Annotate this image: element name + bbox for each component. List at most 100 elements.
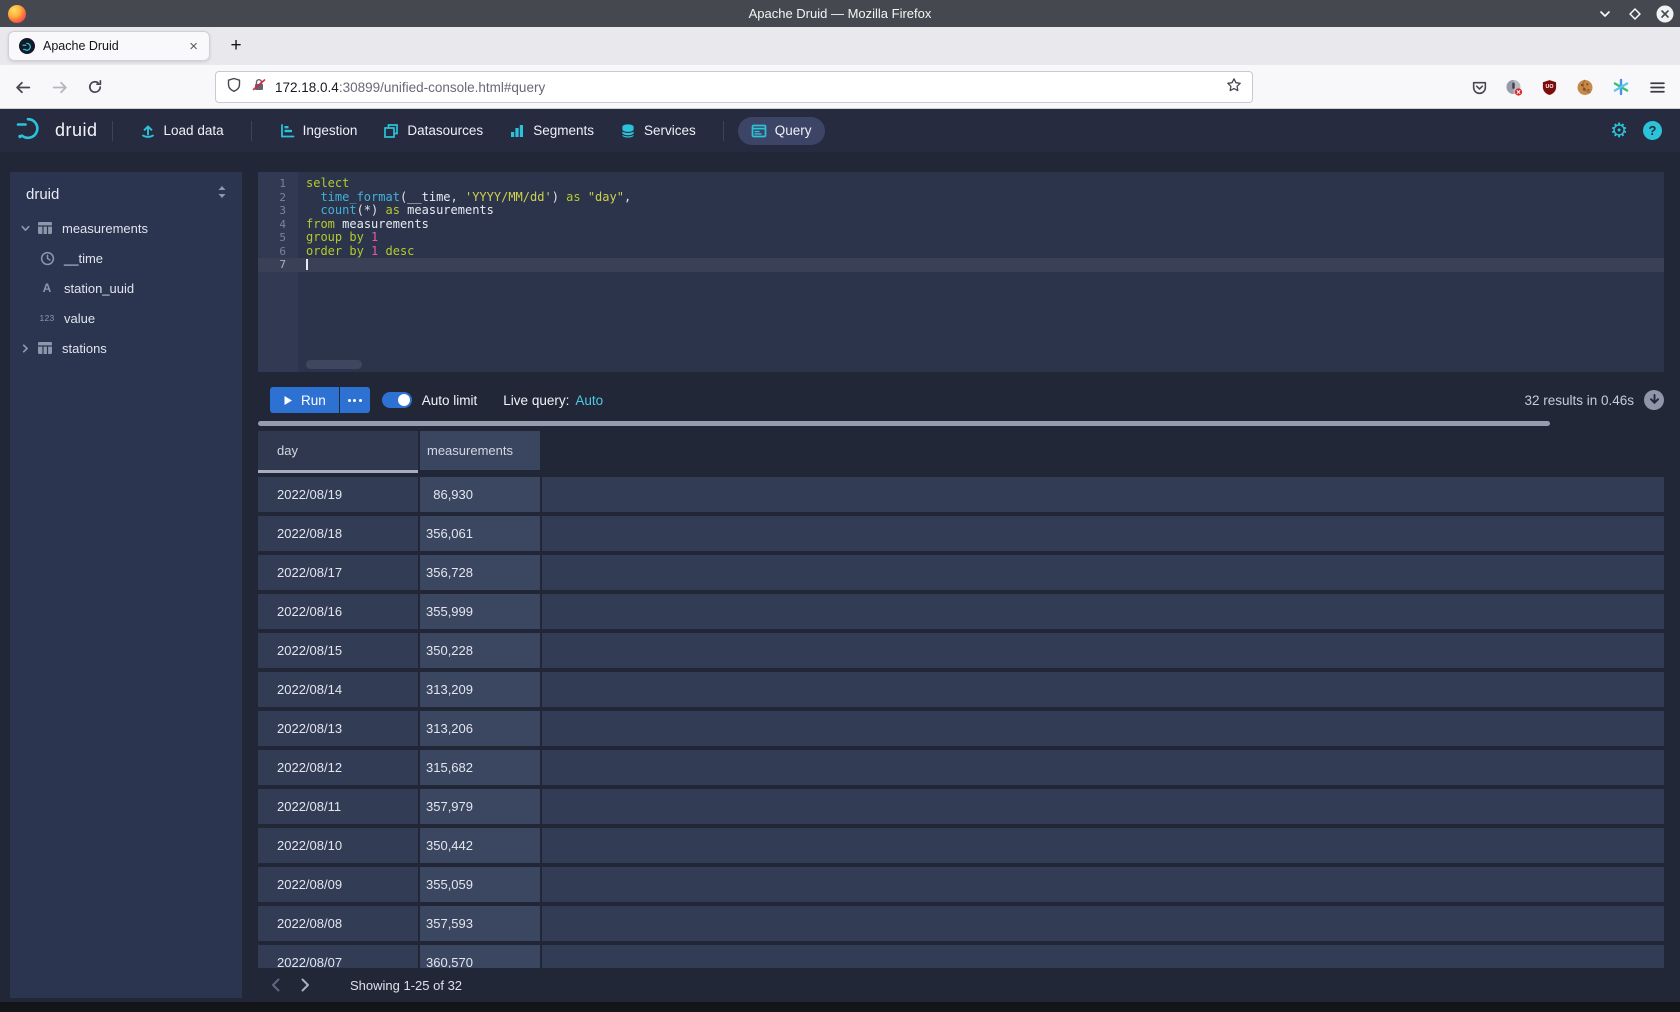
cell-day[interactable]: 2022/08/16: [258, 594, 418, 629]
sql-editor[interactable]: 1select2 time_format(__time, 'YYYY/MM/dd…: [258, 172, 1664, 372]
menu-button[interactable]: [1648, 78, 1666, 96]
editor-hscrollbar[interactable]: [306, 360, 362, 369]
run-button[interactable]: Run: [270, 387, 339, 413]
results-table-body: 2022/08/1986,9302022/08/18356,0612022/08…: [258, 477, 1664, 968]
editor-line-7: 7: [258, 258, 1664, 272]
cell-measurements[interactable]: 360,570: [420, 945, 540, 968]
ublock-extension-icon[interactable]: UO: [1540, 78, 1558, 96]
cell-measurements[interactable]: 357,979: [420, 789, 540, 824]
auto-limit-toggle[interactable]: [382, 392, 412, 408]
string-type-icon: A: [38, 281, 56, 295]
cell-day[interactable]: 2022/08/18: [258, 516, 418, 551]
nav-item-datasources[interactable]: Datasources: [370, 117, 496, 145]
pocket-icon[interactable]: [1470, 78, 1488, 96]
cell-day[interactable]: 2022/08/19: [258, 477, 418, 512]
editor-line-4: 4from measurements: [258, 218, 1664, 232]
auto-limit-label: Auto limit: [422, 393, 478, 408]
containers-extension-icon[interactable]: [1612, 78, 1630, 96]
nav-item-load-data[interactable]: Load data: [127, 117, 237, 145]
cell-measurements[interactable]: 313,209: [420, 672, 540, 707]
browser-tabstrip: Apache Druid × +: [0, 27, 1680, 65]
column-header-measurements[interactable]: measurements: [420, 431, 540, 470]
upload-icon: [140, 123, 156, 139]
cell-measurements[interactable]: 350,442: [420, 828, 540, 863]
cookie-extension-icon[interactable]: [1576, 78, 1594, 96]
cell-day[interactable]: 2022/08/12: [258, 750, 418, 785]
column-header-day[interactable]: day: [258, 431, 418, 470]
cell-measurements[interactable]: 315,682: [420, 750, 540, 785]
nav-item-ingestion[interactable]: Ingestion: [266, 117, 371, 145]
cell-day[interactable]: 2022/08/08: [258, 906, 418, 941]
close-button[interactable]: [1656, 5, 1674, 23]
url-path: :30899/unified-console.html#query: [339, 80, 545, 95]
reload-button[interactable]: [86, 78, 104, 96]
download-icon[interactable]: [1644, 390, 1664, 410]
cell-day[interactable]: 2022/08/17: [258, 555, 418, 590]
url-text[interactable]: 172.18.0.4:30899/unified-console.html#qu…: [275, 80, 1226, 95]
tree-item-__time[interactable]: __time: [10, 243, 242, 273]
nav-item-services[interactable]: Services: [607, 117, 709, 145]
table-row: 2022/08/13313,206: [258, 711, 1664, 746]
nav-divider: [723, 121, 724, 141]
table-row: 2022/08/1986,930: [258, 477, 1664, 512]
pagination-bar: Showing 1-25 of 32: [258, 968, 1664, 1002]
cell-day[interactable]: 2022/08/07: [258, 945, 418, 968]
minimize-button[interactable]: [1596, 5, 1614, 23]
cell-measurements[interactable]: 356,728: [420, 555, 540, 590]
table-hscrollbar[interactable]: [258, 421, 1550, 426]
privacy-extension-icon[interactable]: [1505, 78, 1523, 96]
cell-measurements[interactable]: 350,228: [420, 633, 540, 668]
nav-item-segments[interactable]: Segments: [496, 117, 607, 145]
table-row: 2022/08/10350,442: [258, 828, 1664, 863]
next-page-button[interactable]: [296, 976, 314, 994]
chevron-right-icon[interactable]: [18, 343, 32, 354]
results-table-header: day measurements: [258, 431, 1664, 470]
double-caret-sort-icon[interactable]: [216, 185, 228, 203]
live-query-label: Live query:: [503, 393, 569, 408]
results-info: 32 results in 0.46s: [1524, 393, 1634, 408]
tree-item-measurements[interactable]: measurements: [10, 213, 242, 243]
datasources-icon: [383, 123, 399, 139]
cell-measurements[interactable]: 355,059: [420, 867, 540, 902]
cell-measurements[interactable]: 356,061: [420, 516, 540, 551]
nav-item-query[interactable]: Query: [738, 117, 825, 145]
cell-measurements[interactable]: 357,593: [420, 906, 540, 941]
tree-item-station_uuid[interactable]: Astation_uuid: [10, 273, 242, 303]
cell-day[interactable]: 2022/08/13: [258, 711, 418, 746]
cell-day[interactable]: 2022/08/10: [258, 828, 418, 863]
forward-button[interactable]: [50, 78, 68, 96]
cell-day[interactable]: 2022/08/15: [258, 633, 418, 668]
druid-favicon-icon: [19, 38, 35, 54]
bookmark-star-icon[interactable]: [1226, 77, 1242, 98]
url-bar[interactable]: 172.18.0.4:30899/unified-console.html#qu…: [215, 71, 1253, 103]
cell-day[interactable]: 2022/08/11: [258, 789, 418, 824]
url-host: 172.18.0.4: [275, 80, 339, 95]
services-icon: [620, 123, 636, 139]
nav-divider: [112, 121, 113, 141]
tree-item-stations[interactable]: stations: [10, 333, 242, 363]
help-icon[interactable]: ?: [1643, 121, 1662, 140]
prev-page-button[interactable]: [266, 976, 284, 994]
back-button[interactable]: [14, 78, 32, 96]
tab-close-button[interactable]: ×: [186, 38, 201, 55]
tracking-protection-shield-icon[interactable]: [226, 77, 242, 98]
browser-toolbar: 172.18.0.4:30899/unified-console.html#qu…: [0, 65, 1680, 109]
insecure-lock-icon[interactable]: [251, 77, 267, 98]
cell-measurements[interactable]: 86,930: [420, 477, 540, 512]
maximize-button[interactable]: [1626, 5, 1644, 23]
cell-measurements[interactable]: 313,206: [420, 711, 540, 746]
cell-day[interactable]: 2022/08/09: [258, 867, 418, 902]
play-icon: [283, 395, 293, 406]
pagination-label: Showing 1-25 of 32: [350, 978, 462, 993]
new-tab-button[interactable]: +: [222, 31, 250, 61]
live-query-value[interactable]: Auto: [575, 393, 603, 408]
sorted-column-underline: [258, 470, 418, 473]
cell-day[interactable]: 2022/08/14: [258, 672, 418, 707]
run-more-button[interactable]: [340, 387, 370, 413]
settings-gear-icon[interactable]: ⚙: [1610, 121, 1628, 141]
tree-item-value[interactable]: 123value: [10, 303, 242, 333]
cell-measurements[interactable]: 355,999: [420, 594, 540, 629]
browser-tab[interactable]: Apache Druid ×: [8, 31, 210, 61]
chevron-down-icon[interactable]: [18, 223, 32, 234]
table-row: 2022/08/07360,570: [258, 945, 1664, 968]
